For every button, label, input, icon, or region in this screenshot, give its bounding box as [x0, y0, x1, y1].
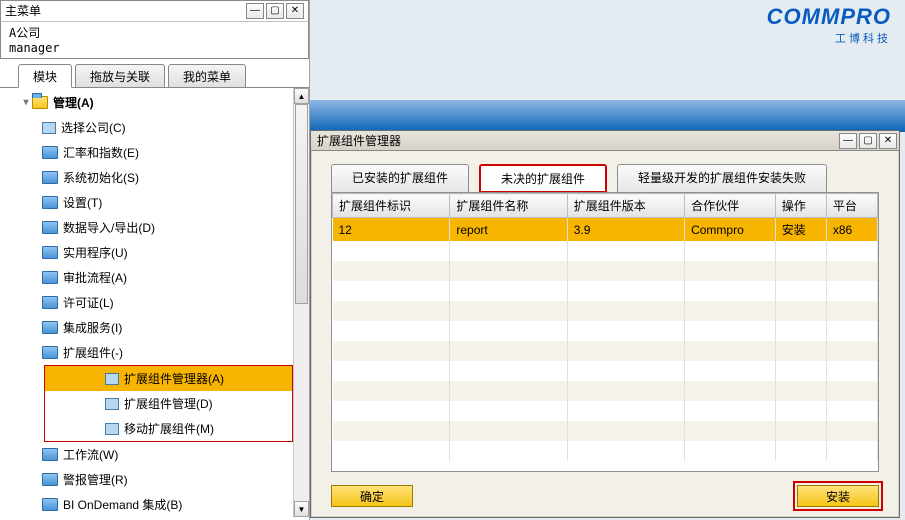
main-menu-titlebar: 主菜单 — ▢ ✕ — [0, 0, 309, 22]
tree-dataio[interactable]: 数据导入/导出(D) — [4, 215, 309, 240]
close-button[interactable]: ✕ — [286, 3, 304, 19]
tree-bi[interactable]: BI OnDemand 集成(B) — [4, 492, 309, 517]
main-menu-title: 主菜单 — [5, 1, 41, 21]
folder-icon — [42, 221, 58, 234]
folder-icon — [42, 196, 58, 209]
table-row[interactable] — [333, 441, 878, 461]
folder-icon — [42, 296, 58, 309]
cell-version: 3.9 — [567, 218, 684, 242]
item-icon — [105, 398, 119, 410]
tab-lw-failed[interactable]: 轻量级开发的扩展组件安装失败 — [617, 164, 827, 193]
folder-icon — [42, 271, 58, 284]
table-row[interactable] — [333, 401, 878, 421]
folder-icon — [42, 146, 58, 159]
tree-intservice[interactable]: 集成服务(I) — [4, 315, 309, 340]
tab-module[interactable]: 模块 — [18, 64, 72, 88]
table-row[interactable] — [333, 321, 878, 341]
tab-pending[interactable]: 未决的扩展组件 — [479, 164, 607, 193]
tree-exchange[interactable]: 汇率和指数(E) — [4, 140, 309, 165]
extension-grid: 扩展组件标识 扩展组件名称 扩展组件版本 合作伙伴 操作 平台 12 repor… — [331, 192, 879, 472]
tree-workflow[interactable]: 工作流(W) — [4, 442, 309, 467]
tree-ext[interactable]: 扩展组件(-) — [4, 340, 309, 365]
dialog-titlebar[interactable]: 扩展组件管理器 — ▢ ✕ — [311, 131, 899, 151]
tree-ext-mobile[interactable]: 移动扩展组件(M) — [45, 416, 292, 441]
item-icon — [42, 122, 56, 134]
tree-alerts[interactable]: 警报管理(R) — [4, 467, 309, 492]
minimize-button[interactable]: — — [246, 3, 264, 19]
dialog-title: 扩展组件管理器 — [317, 132, 401, 149]
table-row[interactable] — [333, 381, 878, 401]
dialog-restore-button[interactable]: ▢ — [859, 133, 877, 149]
brand-logo: COMMPRO 工博科技 — [767, 4, 891, 46]
table-row[interactable] — [333, 301, 878, 321]
extension-manager-dialog: 扩展组件管理器 — ▢ ✕ 已安装的扩展组件 未决的扩展组件 轻量级开发的扩展组… — [310, 130, 900, 518]
dialog-close-button[interactable]: ✕ — [879, 133, 897, 149]
context-info: A公司 manager — [0, 22, 309, 59]
col-version[interactable]: 扩展组件版本 — [567, 194, 684, 218]
ok-button[interactable]: 确定 — [331, 485, 413, 507]
install-button[interactable]: 安装 — [797, 485, 879, 507]
dialog-tabs: 已安装的扩展组件 未决的扩展组件 轻量级开发的扩展组件安装失败 — [331, 163, 879, 192]
table-row[interactable] — [333, 261, 878, 281]
tab-installed[interactable]: 已安装的扩展组件 — [331, 164, 469, 193]
col-id[interactable]: 扩展组件标识 — [333, 194, 450, 218]
tree-sysinit[interactable]: 系统初始化(S) — [4, 165, 309, 190]
cell-name: report — [450, 218, 567, 242]
tree-admin[interactable]: ▾管理(A) — [4, 90, 309, 115]
tree-area: ▾管理(A) 选择公司(C) 汇率和指数(E) 系统初始化(S) 设置(T) 数… — [0, 87, 309, 517]
table-row[interactable] — [333, 361, 878, 381]
col-name[interactable]: 扩展组件名称 — [450, 194, 567, 218]
logo-subtext: 工博科技 — [767, 30, 891, 46]
tree-settings[interactable]: 设置(T) — [4, 190, 309, 215]
folder-icon — [42, 171, 58, 184]
table-row[interactable] — [333, 421, 878, 441]
cell-id: 12 — [333, 218, 450, 242]
folder-icon — [42, 473, 58, 486]
tree-utility[interactable]: 实用程序(U) — [4, 240, 309, 265]
logo-text: COMMPRO — [767, 4, 891, 30]
scroll-down-button[interactable]: ▼ — [294, 501, 309, 517]
tree-ext-manager-d[interactable]: 扩展组件管理(D) — [45, 391, 292, 416]
folder-icon — [42, 498, 58, 511]
table-row[interactable]: 12 report 3.9 Commpro 安装 x86 — [333, 218, 878, 242]
ext-children-highlight: 扩展组件管理器(A) 扩展组件管理(D) 移动扩展组件(M) — [44, 365, 293, 442]
col-partner[interactable]: 合作伙伴 — [685, 194, 776, 218]
col-platform[interactable]: 平台 — [826, 194, 877, 218]
dialog-minimize-button[interactable]: — — [839, 133, 857, 149]
table-row[interactable] — [333, 341, 878, 361]
decorative-band — [310, 100, 905, 132]
col-action[interactable]: 操作 — [775, 194, 826, 218]
scroll-up-button[interactable]: ▲ — [294, 88, 309, 104]
company-label: A公司 — [9, 26, 300, 41]
tree-approve[interactable]: 审批流程(A) — [4, 265, 309, 290]
role-label: manager — [9, 41, 300, 56]
folder-icon — [42, 448, 58, 461]
folder-icon — [42, 346, 58, 359]
nav-tree: ▾管理(A) 选择公司(C) 汇率和指数(E) 系统初始化(S) 设置(T) 数… — [0, 88, 309, 517]
restore-button[interactable]: ▢ — [266, 3, 284, 19]
table-row[interactable] — [333, 281, 878, 301]
item-icon — [105, 373, 119, 385]
menu-tabs: 模块 拖放与关联 我的菜单 — [0, 63, 309, 87]
tree-ext-manager-a[interactable]: 扩展组件管理器(A) — [45, 366, 292, 391]
tree-scrollbar[interactable]: ▲ ▼ — [293, 88, 309, 517]
tab-my-menu[interactable]: 我的菜单 — [168, 64, 246, 88]
folder-icon — [42, 321, 58, 334]
cell-action: 安装 — [775, 218, 826, 242]
tab-drag-link[interactable]: 拖放与关联 — [75, 64, 165, 88]
item-icon — [105, 423, 119, 435]
folder-icon — [42, 246, 58, 259]
tree-license[interactable]: 许可证(L) — [4, 290, 309, 315]
scroll-thumb[interactable] — [295, 104, 308, 304]
cell-platform: x86 — [826, 218, 877, 242]
table-row[interactable] — [333, 241, 878, 261]
tree-select-company[interactable]: 选择公司(C) — [4, 115, 309, 140]
folder-open-icon — [32, 96, 48, 109]
main-menu-panel: 主菜单 — ▢ ✕ A公司 manager 模块 拖放与关联 我的菜单 ▾管理(… — [0, 0, 310, 520]
cell-partner: Commpro — [685, 218, 776, 242]
